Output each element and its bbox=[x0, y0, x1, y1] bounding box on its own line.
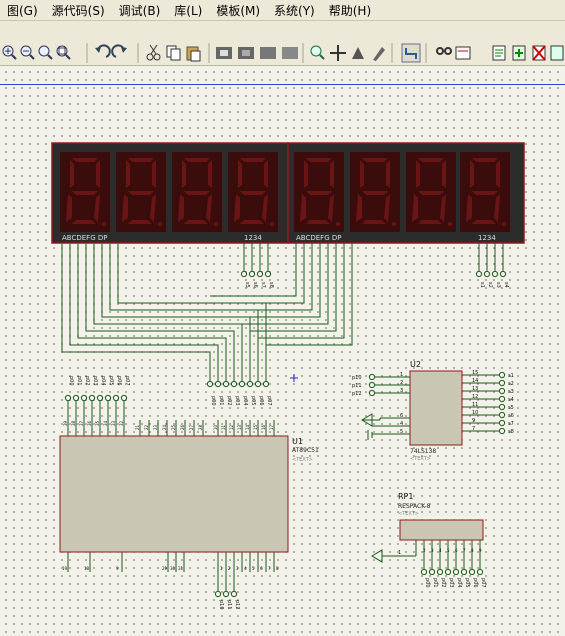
decompose-icon[interactable] bbox=[373, 47, 385, 61]
toolbar bbox=[0, 21, 565, 66]
redo-icon[interactable] bbox=[111, 44, 127, 58]
menu-graph[interactable]: 图(G) bbox=[0, 2, 45, 19]
block-copy-icon[interactable] bbox=[216, 47, 232, 59]
zoom-all-icon[interactable] bbox=[38, 45, 53, 60]
package-tool-icon[interactable] bbox=[352, 47, 364, 59]
wire-autorouter-icon[interactable] bbox=[401, 43, 421, 63]
menu-help[interactable]: 帮助(H) bbox=[322, 2, 378, 19]
property-assign-icon[interactable] bbox=[455, 46, 471, 60]
block-delete-icon[interactable] bbox=[282, 47, 298, 59]
menu-bar: 图(G) 源代码(S) 调试(B) 库(L) 模板(M) 系统(Y) 帮助(H) bbox=[0, 0, 565, 21]
delete-sheet-icon[interactable] bbox=[532, 45, 546, 61]
block-move-icon[interactable] bbox=[238, 47, 254, 59]
goto-sheet-icon[interactable] bbox=[550, 45, 564, 61]
sheet-border-line bbox=[0, 84, 565, 85]
zoom-area-icon[interactable] bbox=[56, 45, 71, 60]
make-device-icon[interactable] bbox=[330, 45, 346, 61]
paste-icon[interactable] bbox=[186, 46, 201, 62]
search-tag-icon[interactable] bbox=[436, 47, 452, 55]
schematic-canvas[interactable] bbox=[0, 66, 565, 636]
undo-icon[interactable] bbox=[95, 44, 111, 58]
menu-library[interactable]: 库(L) bbox=[167, 2, 209, 19]
zoom-out-icon[interactable] bbox=[20, 45, 35, 60]
menu-template[interactable]: 模板(M) bbox=[209, 2, 267, 19]
block-rotate-icon[interactable] bbox=[260, 47, 276, 59]
new-sheet-icon[interactable] bbox=[492, 45, 506, 61]
menu-system[interactable]: 系统(Y) bbox=[267, 2, 322, 19]
cut-icon[interactable] bbox=[146, 44, 161, 61]
zoom-in-icon[interactable] bbox=[2, 45, 17, 60]
copy-icon[interactable] bbox=[166, 45, 181, 61]
add-sheet-icon[interactable] bbox=[512, 45, 526, 61]
menu-source[interactable]: 源代码(S) bbox=[45, 2, 112, 19]
pick-device-icon[interactable] bbox=[310, 45, 325, 60]
menu-debug[interactable]: 调试(B) bbox=[112, 2, 168, 19]
